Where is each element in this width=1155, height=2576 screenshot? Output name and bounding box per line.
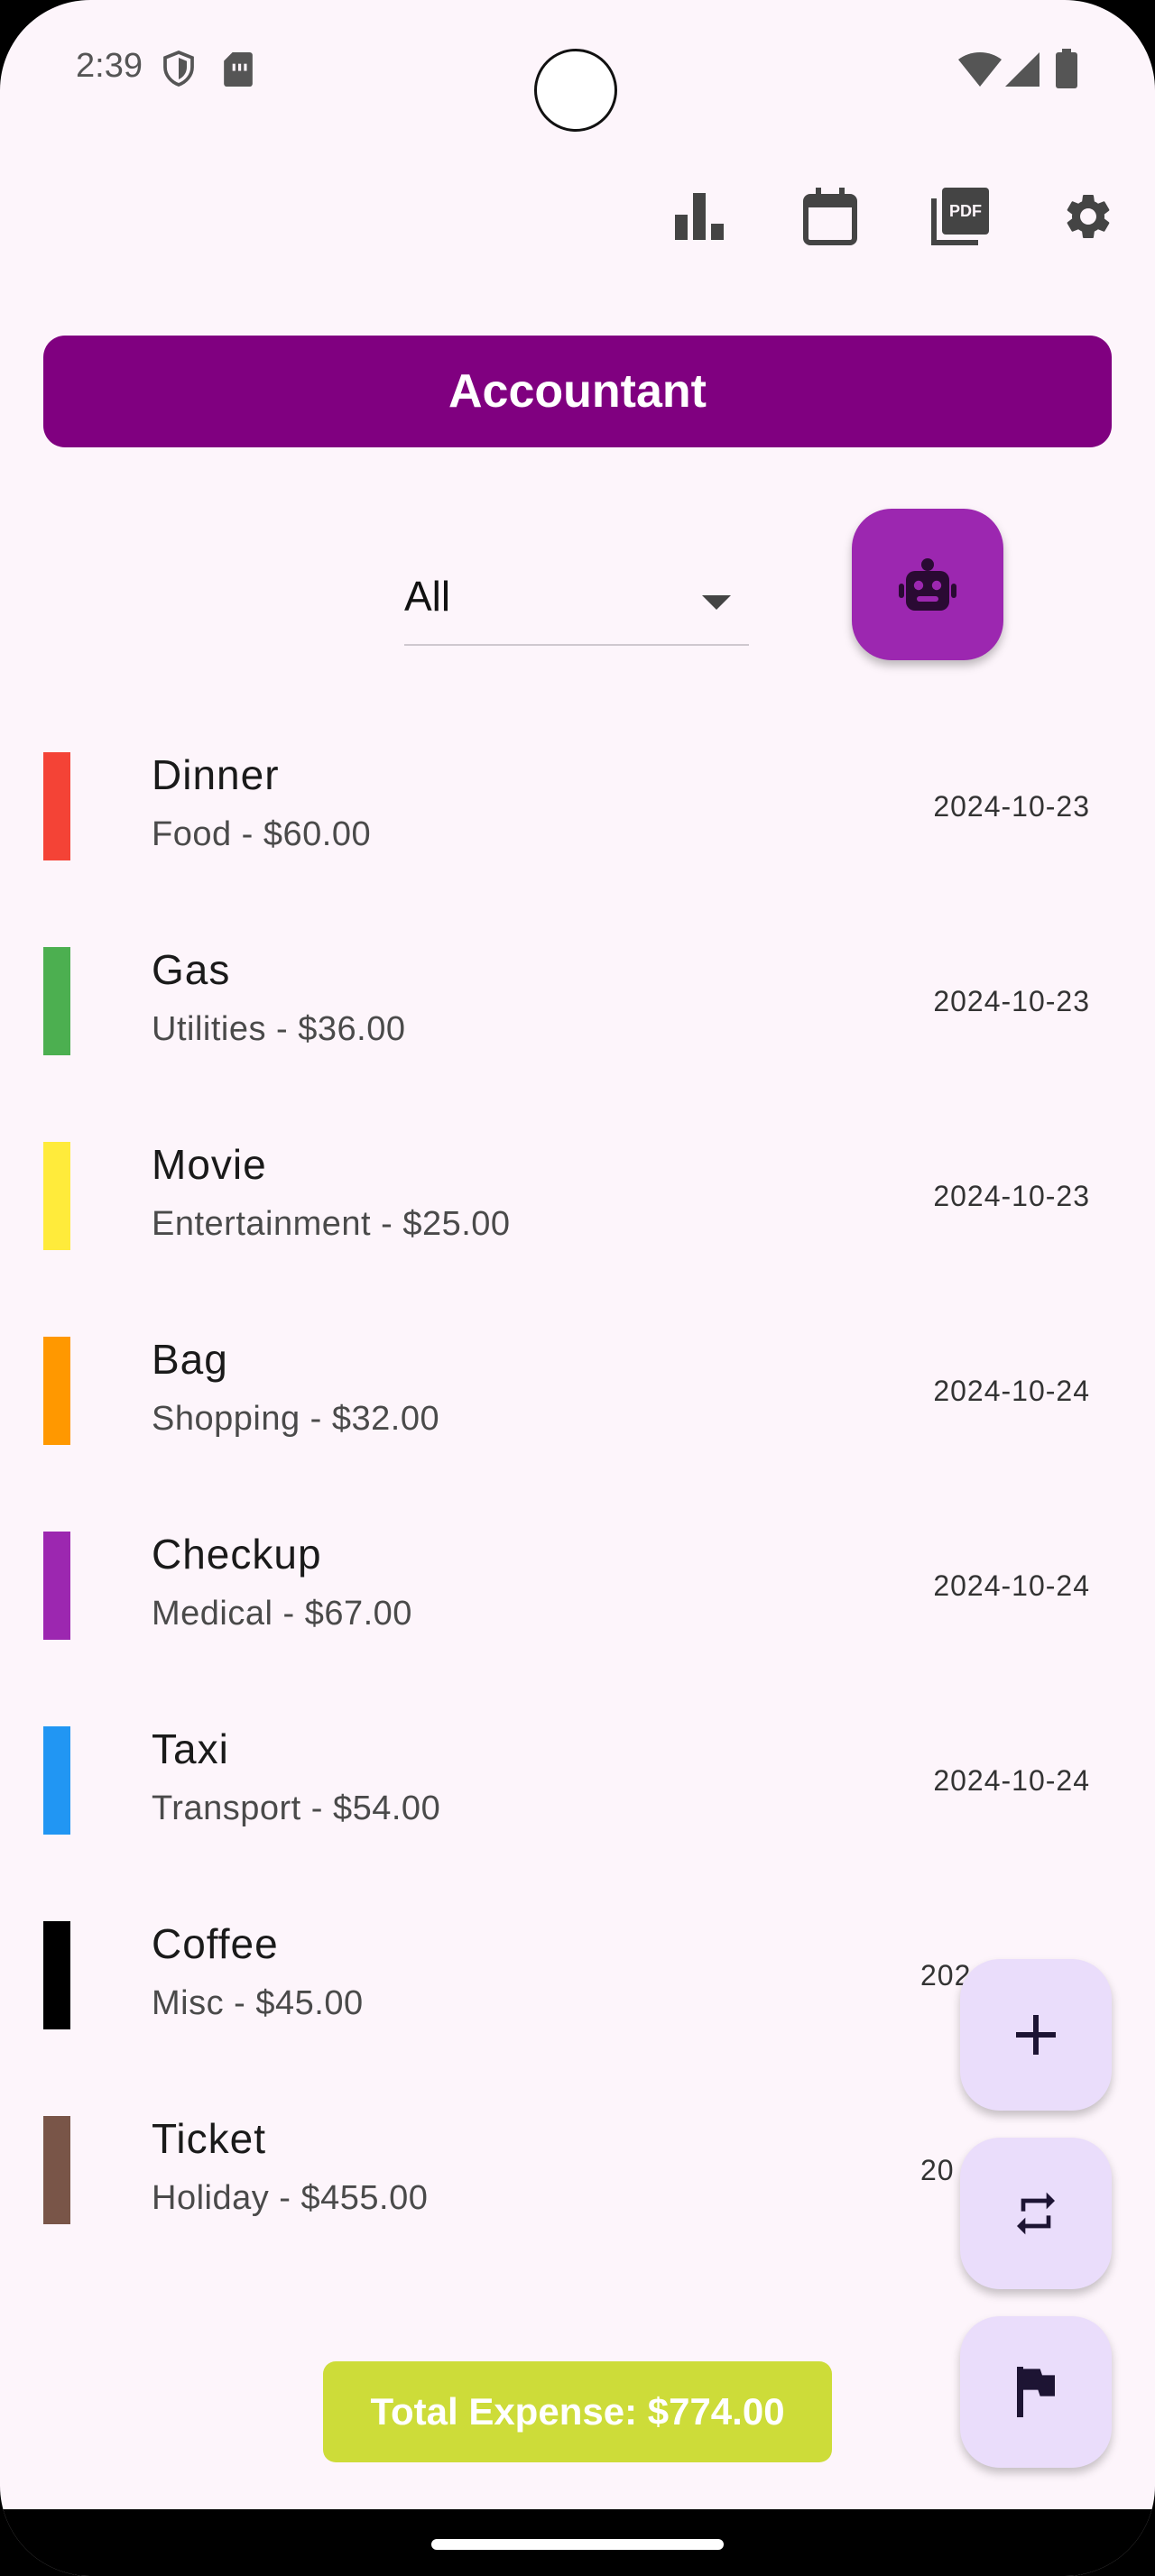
expense-name: Gas	[152, 946, 231, 993]
svg-text:PDF: PDF	[949, 202, 982, 220]
sim-card-icon	[224, 52, 253, 87]
front-camera	[534, 49, 617, 132]
add-icon	[1016, 2015, 1056, 2055]
robot-icon	[899, 558, 956, 611]
total-expense-badge: Total Expense: $774.00	[323, 2361, 832, 2462]
expense-date: 2024-10-24	[933, 1569, 1090, 1602]
battery-icon	[1056, 49, 1077, 88]
expense-date: 2024-10-23	[933, 985, 1090, 1017]
category-color-bar	[43, 1337, 70, 1445]
expense-name: Movie	[152, 1141, 267, 1188]
app-screen: 2:39 PDF Accountant All Dinner Food - $6…	[0, 0, 1155, 2576]
wifi-icon	[958, 52, 1002, 87]
category-color-bar	[43, 1142, 70, 1250]
app-title: Accountant	[448, 365, 707, 418]
expense-name: Bag	[152, 1336, 228, 1383]
shield-icon	[163, 51, 194, 87]
category-color-bar	[43, 752, 70, 860]
status-bar: 2:39	[0, 0, 1155, 144]
expense-name: Coffee	[152, 1920, 279, 1967]
category-color-bar	[43, 2116, 70, 2224]
category-filter-dropdown[interactable]: All	[404, 559, 749, 646]
filter-selected-value: All	[404, 573, 451, 620]
flag-icon	[1017, 2367, 1055, 2417]
settings-icon[interactable]	[1052, 180, 1124, 253]
expense-name: Dinner	[152, 751, 280, 798]
bar-chart-icon[interactable]	[664, 180, 736, 253]
expense-date: 2024-10-24	[933, 1375, 1090, 1407]
add-expense-button[interactable]	[960, 1959, 1112, 2111]
expense-date: 2024-10-24	[933, 1764, 1090, 1797]
list-item[interactable]: Movie Entertainment - $25.00 2024-10-23	[0, 1111, 1155, 1306]
expense-name: Ticket	[152, 2115, 266, 2162]
signal-icon	[1005, 52, 1040, 87]
expense-category-amount: Food - $60.00	[152, 815, 372, 853]
list-item[interactable]: Checkup Medical - $67.00 2024-10-24	[0, 1501, 1155, 1696]
expense-category-amount: Entertainment - $25.00	[152, 1205, 511, 1243]
expense-date: 2024-10-23	[933, 790, 1090, 823]
category-color-bar	[43, 1726, 70, 1835]
category-color-bar	[43, 1921, 70, 2029]
goals-flag-button[interactable]	[960, 2316, 1112, 2468]
expense-date: 20	[920, 2154, 955, 2186]
ai-assistant-button[interactable]	[852, 509, 1003, 660]
list-item[interactable]: Gas Utilities - $36.00 2024-10-23	[0, 916, 1155, 1111]
category-color-bar	[43, 1532, 70, 1640]
expense-category-amount: Utilities - $36.00	[152, 1010, 406, 1048]
total-expense-label: Total Expense: $774.00	[370, 2390, 785, 2433]
expense-name: Checkup	[152, 1531, 322, 1578]
expense-name: Taxi	[152, 1725, 229, 1772]
expense-category-amount: Misc - $45.00	[152, 1984, 364, 2022]
expense-category-amount: Shopping - $32.00	[152, 1400, 440, 1438]
repeat-icon	[1017, 2192, 1055, 2235]
expense-date: 2024-10-23	[933, 1180, 1090, 1212]
app-title-bar: Accountant	[43, 336, 1112, 447]
expense-category-amount: Medical - $67.00	[152, 1595, 412, 1633]
status-time: 2:39	[76, 47, 143, 85]
list-item[interactable]: Taxi Transport - $54.00 2024-10-24	[0, 1696, 1155, 1891]
pdf-icon[interactable]: PDF	[924, 180, 996, 253]
category-color-bar	[43, 947, 70, 1055]
calendar-icon[interactable]	[794, 180, 866, 253]
list-item[interactable]: Bag Shopping - $32.00 2024-10-24	[0, 1306, 1155, 1501]
list-item[interactable]: Dinner Food - $60.00 2024-10-23	[0, 722, 1155, 916]
expense-category-amount: Holiday - $455.00	[152, 2179, 429, 2217]
home-indicator[interactable]	[431, 2539, 724, 2550]
dropdown-arrow-icon	[702, 595, 731, 610]
recurring-expense-button[interactable]	[960, 2138, 1112, 2289]
expense-category-amount: Transport - $54.00	[152, 1789, 441, 1827]
